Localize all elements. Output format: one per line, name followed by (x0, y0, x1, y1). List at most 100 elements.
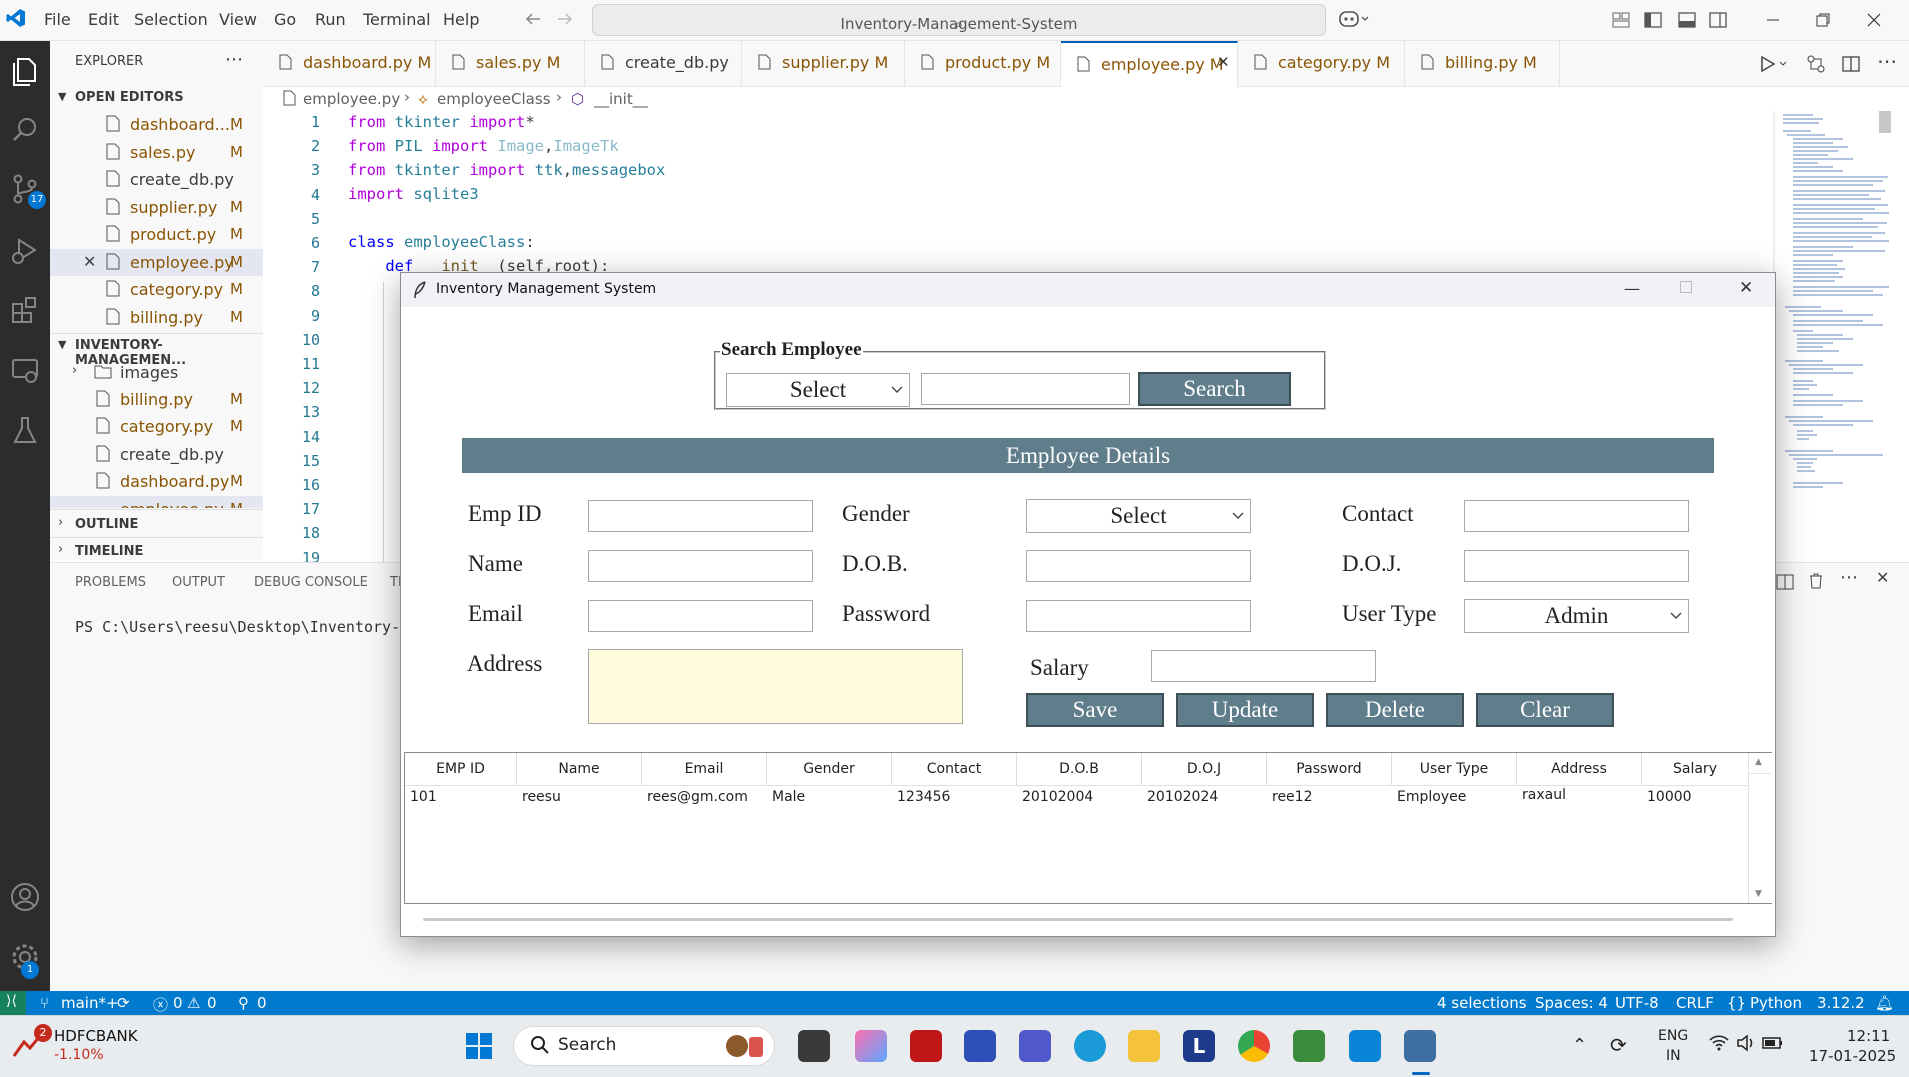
teams-icon[interactable] (1019, 1030, 1051, 1062)
panel-tab-output[interactable]: OUTPUT (172, 575, 225, 590)
gender-select[interactable]: Select (1026, 499, 1251, 533)
menu-run[interactable]: Run (315, 10, 346, 29)
folder-item[interactable]: › images (50, 359, 263, 386)
minimize-window-icon[interactable] (1765, 12, 1781, 28)
tab-billing[interactable]: billing.py M (1405, 41, 1560, 86)
microsoft-store-icon[interactable] (964, 1030, 996, 1062)
menu-help[interactable]: Help (443, 10, 479, 29)
copilot-app-icon[interactable] (855, 1030, 887, 1062)
user-type-select[interactable]: Admin (1464, 599, 1689, 633)
minimap[interactable] (1773, 111, 1891, 561)
region-code[interactable]: IN (1666, 1048, 1681, 1064)
more-actions-icon[interactable]: ⋯ (1877, 49, 1897, 73)
menu-terminal[interactable]: Terminal (363, 10, 431, 29)
bell-icon[interactable]: 🔔︎ (1875, 994, 1894, 1012)
dob-input[interactable] (1026, 550, 1251, 582)
table-row[interactable]: 101 reesu rees@gm.com Male 123456 201020… (405, 785, 1748, 809)
chevron-down-icon[interactable]: ▼ (58, 90, 66, 103)
file-item[interactable]: employee.py M (50, 496, 263, 508)
panel-tab-problems[interactable]: PROBLEMS (75, 575, 146, 590)
language-code[interactable]: ENG (1658, 1028, 1688, 1044)
file-item[interactable]: dashboard.py M (50, 468, 263, 495)
contact-input[interactable] (1464, 500, 1689, 532)
forward-arrow-icon[interactable] (556, 10, 574, 28)
clear-button[interactable]: Clear (1476, 693, 1614, 727)
file-item[interactable]: billing.py M (50, 386, 263, 413)
close-window-icon[interactable] (1866, 12, 1882, 28)
outline-header[interactable]: OUTLINE (75, 517, 138, 532)
column-header[interactable]: Contact (892, 753, 1017, 785)
command-center-search[interactable]: ⌕ Inventory-Management-System (592, 4, 1326, 36)
tab-category[interactable]: category.py M (1238, 41, 1405, 86)
emp-id-input[interactable] (588, 500, 813, 532)
address-textarea[interactable] (588, 649, 963, 724)
column-header[interactable]: Password (1267, 753, 1392, 785)
column-header[interactable]: Name (517, 753, 642, 785)
language-status[interactable]: Python (1750, 994, 1802, 1012)
remote-indicator[interactable]: ⟩⟨ (0, 991, 26, 1015)
toggle-panel-icon[interactable] (1678, 11, 1696, 29)
windows-start-icon[interactable] (465, 1032, 493, 1060)
encoding-status[interactable]: UTF-8 (1615, 994, 1659, 1012)
clock-time[interactable]: 12:11 (1847, 1027, 1890, 1045)
open-editor-item[interactable]: dashboard.... M (50, 111, 263, 138)
menu-go[interactable]: Go (274, 10, 296, 29)
close-icon[interactable]: ✕ (1739, 278, 1753, 298)
sync-icon[interactable]: ⟳ (117, 994, 130, 1012)
column-header[interactable]: D.O.J (1142, 753, 1267, 785)
maximize-icon[interactable] (1680, 281, 1692, 293)
stock-widget[interactable]: 2 HDFCBANK -1.10% (12, 1024, 138, 1063)
column-header[interactable]: EMP ID (405, 753, 517, 785)
close-tab-icon[interactable]: ✕ (1217, 53, 1230, 71)
remote-explorer-icon[interactable] (7, 352, 43, 388)
search-by-select[interactable]: Select (726, 373, 910, 407)
git-branch[interactable]: main*+ (61, 994, 119, 1012)
chevron-right-icon[interactable]: › (58, 542, 63, 557)
menu-view[interactable]: View (219, 10, 257, 29)
open-editor-item-active[interactable]: ✕ employee.py M (50, 249, 263, 276)
tab-product[interactable]: product.py M (905, 41, 1061, 86)
selections-status[interactable]: 4 selections (1437, 994, 1527, 1012)
explorer-icon[interactable] (7, 53, 43, 89)
testing-icon[interactable] (7, 412, 43, 448)
copilot-icon[interactable] (1339, 9, 1371, 29)
task-view-icon[interactable] (798, 1030, 830, 1062)
split-editor-icon[interactable] (1841, 54, 1861, 74)
tab-supplier[interactable]: supplier.py M (742, 41, 905, 86)
column-header[interactable]: Address (1517, 753, 1642, 785)
open-editor-item[interactable]: billing.py M (50, 304, 263, 331)
minimize-icon[interactable]: — (1624, 279, 1640, 298)
file-explorer-icon[interactable] (1128, 1030, 1160, 1062)
column-header[interactable]: User Type (1392, 753, 1517, 785)
panel-tab-debug-console[interactable]: DEBUG CONSOLE (254, 575, 368, 590)
breadcrumb-file[interactable]: employee.py (303, 90, 400, 108)
indentation-status[interactable]: Spaces: 4 (1535, 994, 1608, 1012)
salary-input[interactable] (1151, 650, 1376, 682)
customize-layout-icon[interactable] (1612, 11, 1630, 29)
toggle-sidebar-icon[interactable] (1644, 11, 1662, 29)
python-tk-app-icon[interactable] (1404, 1030, 1436, 1062)
restore-window-icon[interactable] (1815, 12, 1831, 28)
split-terminal-icon[interactable] (1776, 573, 1794, 591)
tab-sales[interactable]: sales.py M (436, 41, 585, 86)
terminal-line[interactable]: PS C:\Users\reesu\Desktop\Inventory- (75, 618, 400, 636)
error-count[interactable]: 0 (173, 994, 183, 1012)
edge-browser-icon[interactable] (1074, 1030, 1106, 1062)
image-viewer-icon[interactable] (1293, 1030, 1325, 1062)
search-text-input[interactable] (921, 373, 1130, 405)
python-version-status[interactable]: 3.12.2 (1817, 994, 1865, 1012)
clock-date[interactable]: 17-01-2025 (1809, 1047, 1896, 1065)
mcafee-icon[interactable] (910, 1030, 942, 1062)
ports-count[interactable]: 0 (257, 994, 267, 1012)
column-header[interactable]: D.O.B (1017, 753, 1142, 785)
horizontal-scrollbar[interactable] (423, 918, 1733, 921)
wifi-icon[interactable] (1709, 1034, 1729, 1052)
close-panel-icon[interactable]: ✕ (1876, 568, 1889, 587)
name-input[interactable] (588, 550, 813, 582)
delete-button[interactable]: Delete (1326, 693, 1464, 727)
compare-changes-icon[interactable] (1806, 54, 1826, 74)
run-debug-icon[interactable] (7, 232, 43, 268)
chrome-icon[interactable] (1238, 1030, 1270, 1062)
taskbar-search[interactable]: Search (513, 1026, 775, 1066)
vertical-scrollbar[interactable]: ▲ ▼ (1748, 753, 1772, 903)
